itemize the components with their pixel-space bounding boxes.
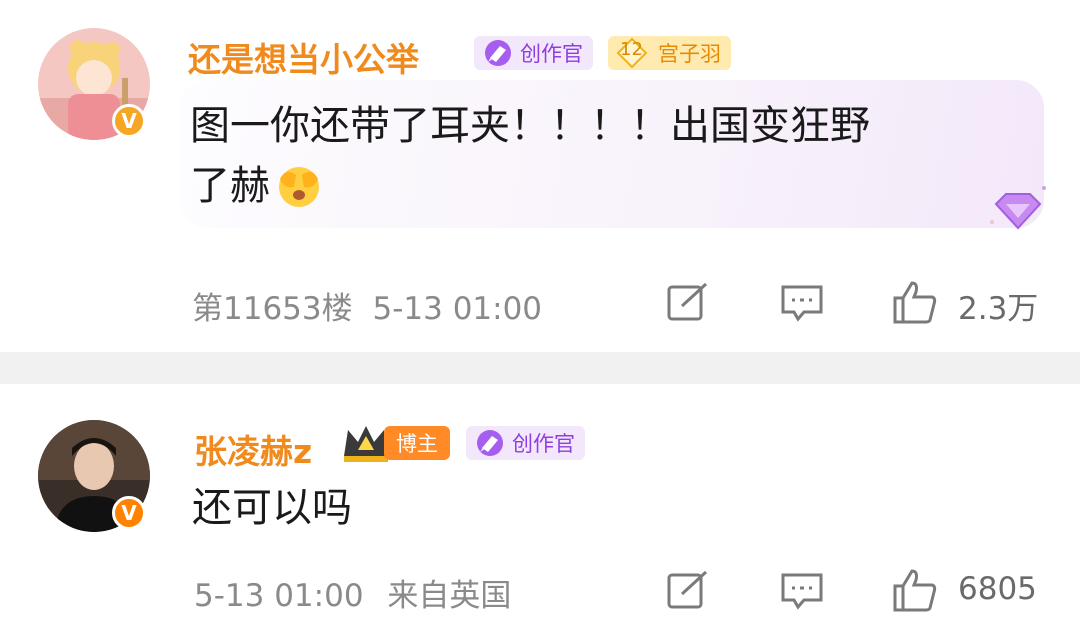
comment-item: V 还是想当小公举 创作官 12 宫子羽 图一你还带了耳夹！！！！出国变狂野 了… xyxy=(0,0,1080,352)
username[interactable]: 张凌赫z xyxy=(194,425,312,473)
comment-meta: 第11653楼 5-13 01:00 xyxy=(192,283,542,328)
divider xyxy=(0,352,1080,384)
verified-icon: V xyxy=(112,496,146,530)
share-icon xyxy=(667,570,708,609)
comment-text-line: 了赫 xyxy=(190,163,270,209)
creator-badge[interactable]: 创作官 xyxy=(466,426,585,460)
share-button[interactable] xyxy=(666,570,710,610)
floor-number: 第11653楼 xyxy=(192,291,353,327)
like-icon xyxy=(893,281,937,324)
creator-badge[interactable]: 创作官 xyxy=(474,36,593,70)
like-count: 6805 xyxy=(958,571,1037,607)
comment-meta: 5-13 01:00 来自英国 xyxy=(194,570,511,615)
diamond-icon xyxy=(990,186,1046,230)
blogger-badge-label: 博主 xyxy=(396,432,438,456)
username[interactable]: 还是想当小公举 xyxy=(188,33,419,81)
comment-icon xyxy=(781,285,823,322)
fans-level: 12 xyxy=(620,39,643,60)
creator-icon xyxy=(485,40,511,66)
comment-text: 图一你还带了耳夹！！！！出国变狂野 了赫 xyxy=(190,96,870,216)
fans-badge[interactable]: 12 宫子羽 xyxy=(608,36,731,70)
comment-text-line: 图一你还带了耳夹！！！！出国变狂野 xyxy=(190,103,870,149)
fans-badge-label: 宫子羽 xyxy=(658,42,721,66)
comment-text: 还可以吗 xyxy=(192,485,352,531)
like-button[interactable] xyxy=(892,568,938,612)
comment-icon xyxy=(781,573,823,610)
comment-button[interactable] xyxy=(780,572,824,612)
share-button[interactable] xyxy=(666,282,710,322)
verified-icon: V xyxy=(112,104,146,138)
creator-icon xyxy=(477,430,503,456)
cover-face-emoji-icon xyxy=(279,167,319,207)
like-count: 2.3万 xyxy=(958,291,1039,327)
creator-badge-label: 创作官 xyxy=(512,432,575,456)
creator-badge-label: 创作官 xyxy=(520,42,583,66)
share-icon xyxy=(667,282,708,321)
like-icon xyxy=(893,569,937,612)
comment-button[interactable] xyxy=(780,284,824,324)
location: 来自英国 xyxy=(387,578,512,614)
timestamp: 5-13 01:00 xyxy=(194,578,364,614)
comment-item: V 张凌赫z 博主 创作官 还可以吗 5-13 01:00 来自英国 6805 xyxy=(0,384,1080,633)
blogger-badge[interactable]: 博主 xyxy=(384,426,450,460)
like-button[interactable] xyxy=(892,280,938,324)
timestamp: 5-13 01:00 xyxy=(372,291,543,327)
